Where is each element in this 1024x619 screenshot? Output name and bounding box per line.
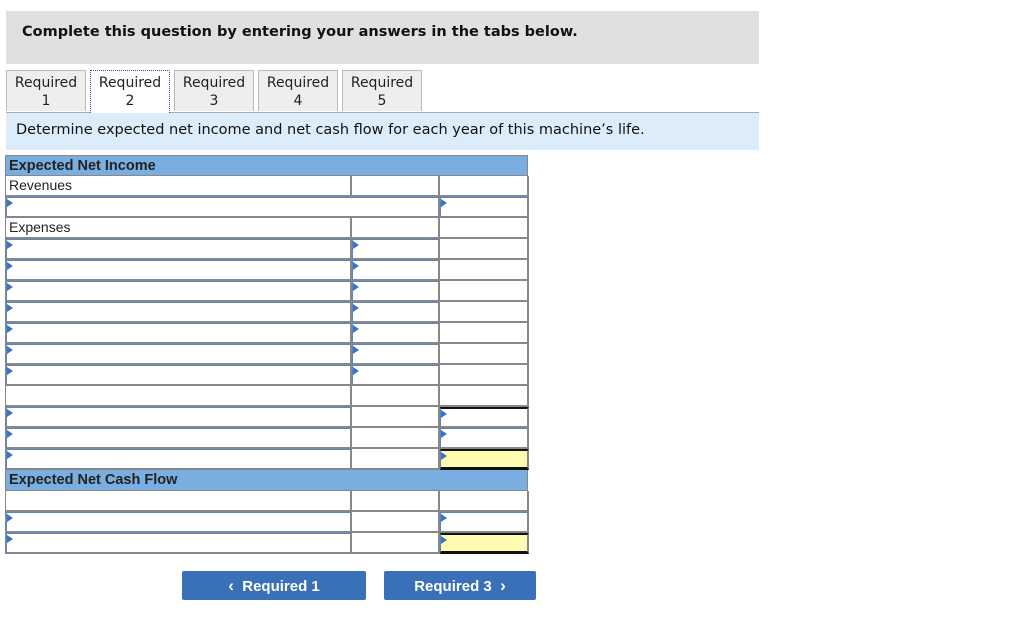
expense-row: [5, 344, 529, 365]
empty-cell: [352, 491, 440, 512]
tab-label: Required: [14, 75, 78, 91]
tab-number: 3: [209, 93, 219, 109]
net-income-header: Expected Net Income: [5, 155, 528, 176]
net-income-amount-input[interactable]: [440, 449, 529, 470]
total-row: [5, 428, 529, 449]
expense-row: [5, 281, 529, 302]
expense-amount-input[interactable]: [352, 323, 440, 344]
tab-number: 1: [41, 93, 51, 109]
total-label-input[interactable]: [6, 407, 352, 428]
revenue-input-row: [5, 197, 529, 218]
tab-label: Required: [266, 75, 330, 91]
tab-required-1[interactable]: Required 1: [6, 70, 86, 111]
chevron-left-icon: ‹: [228, 576, 234, 595]
prev-required-button[interactable]: ‹ Required 1: [182, 571, 366, 600]
expense-description-input[interactable]: [6, 365, 352, 386]
empty-cell: [352, 512, 440, 533]
expense-amount-input[interactable]: [352, 239, 440, 260]
question-description: Determine expected net income and net ca…: [6, 113, 759, 150]
expense-description-input[interactable]: [6, 323, 352, 344]
tab-required-5[interactable]: Required 5: [342, 70, 422, 111]
empty-cell: [352, 407, 440, 428]
empty-cell: [352, 386, 440, 407]
tab-label: Required: [350, 75, 414, 91]
expense-description-input[interactable]: [6, 302, 352, 323]
cash-flow-amount-input[interactable]: [440, 512, 529, 533]
expenses-label: Expenses: [6, 218, 352, 239]
prev-button-label: Required 1: [242, 578, 320, 595]
empty-cell: [440, 323, 529, 344]
expense-amount-input[interactable]: [352, 302, 440, 323]
empty-cell: [6, 386, 352, 407]
revenue-amount-input[interactable]: [440, 197, 529, 218]
revenue-description-input[interactable]: [6, 197, 440, 218]
empty-cell: [440, 491, 529, 512]
expense-description-input[interactable]: [6, 281, 352, 302]
tab-bar: Required 1 Required 2 Required 3 Required 4 …: [6, 70, 759, 113]
empty-cell: [440, 239, 529, 260]
net-cash-flow-label-input[interactable]: [6, 533, 352, 554]
description-text: Determine expected net income and net ca…: [16, 122, 645, 138]
tab-number: 4: [293, 93, 303, 109]
empty-cell: [440, 260, 529, 281]
expense-description-input[interactable]: [6, 260, 352, 281]
expense-description-input[interactable]: [6, 344, 352, 365]
expense-row: [5, 323, 529, 344]
expense-amount-input[interactable]: [352, 260, 440, 281]
net-income-row: [5, 449, 529, 470]
expense-amount-input[interactable]: [352, 365, 440, 386]
expense-row: [5, 302, 529, 323]
next-button-label: Required 3: [414, 578, 492, 595]
blank-row: [5, 491, 529, 512]
next-required-button[interactable]: Required 3 ›: [384, 571, 536, 600]
net-income-label-input[interactable]: [6, 449, 352, 470]
blank-row: [5, 386, 529, 407]
empty-cell: [352, 449, 440, 470]
empty-cell: [352, 218, 440, 239]
net-cash-flow-row: [5, 533, 529, 554]
empty-cell: [352, 533, 440, 554]
total-amount-input[interactable]: [440, 428, 529, 449]
answer-grid: Expected Net Income Revenues Expenses Ex…: [5, 155, 529, 554]
empty-cell: [352, 176, 440, 197]
total-amount-input[interactable]: [440, 407, 529, 428]
cash-flow-label-input[interactable]: [6, 512, 352, 533]
total-label-input[interactable]: [6, 428, 352, 449]
net-cash-flow-amount-input[interactable]: [440, 533, 529, 554]
chevron-right-icon: ›: [500, 576, 506, 595]
empty-cell: [440, 386, 529, 407]
empty-cell: [440, 365, 529, 386]
expense-row: [5, 239, 529, 260]
revenues-label-row: Revenues: [5, 176, 529, 197]
tab-label: Required: [182, 75, 246, 91]
empty-cell: [352, 428, 440, 449]
tab-required-2[interactable]: Required 2: [90, 70, 170, 113]
cash-flow-row: [5, 512, 529, 533]
tab-label: Required: [98, 75, 162, 91]
empty-cell: [6, 491, 352, 512]
expense-amount-input[interactable]: [352, 281, 440, 302]
instruction-text: Complete this question by entering your …: [22, 24, 578, 40]
expense-row: [5, 365, 529, 386]
instruction-banner: Complete this question by entering your …: [6, 11, 759, 64]
expense-row: [5, 260, 529, 281]
empty-cell: [440, 302, 529, 323]
empty-cell: [440, 176, 529, 197]
tab-required-4[interactable]: Required 4: [258, 70, 338, 111]
empty-cell: [440, 281, 529, 302]
expense-description-input[interactable]: [6, 239, 352, 260]
tab-required-3[interactable]: Required 3: [174, 70, 254, 111]
revenues-label: Revenues: [6, 176, 352, 197]
expense-amount-input[interactable]: [352, 344, 440, 365]
empty-cell: [440, 344, 529, 365]
tab-number: 2: [125, 93, 135, 109]
tab-number: 5: [377, 93, 387, 109]
empty-cell: [440, 218, 529, 239]
net-cash-flow-header: Expected Net Cash Flow: [5, 470, 528, 491]
expenses-label-row: Expenses: [5, 218, 529, 239]
total-row: [5, 407, 529, 428]
